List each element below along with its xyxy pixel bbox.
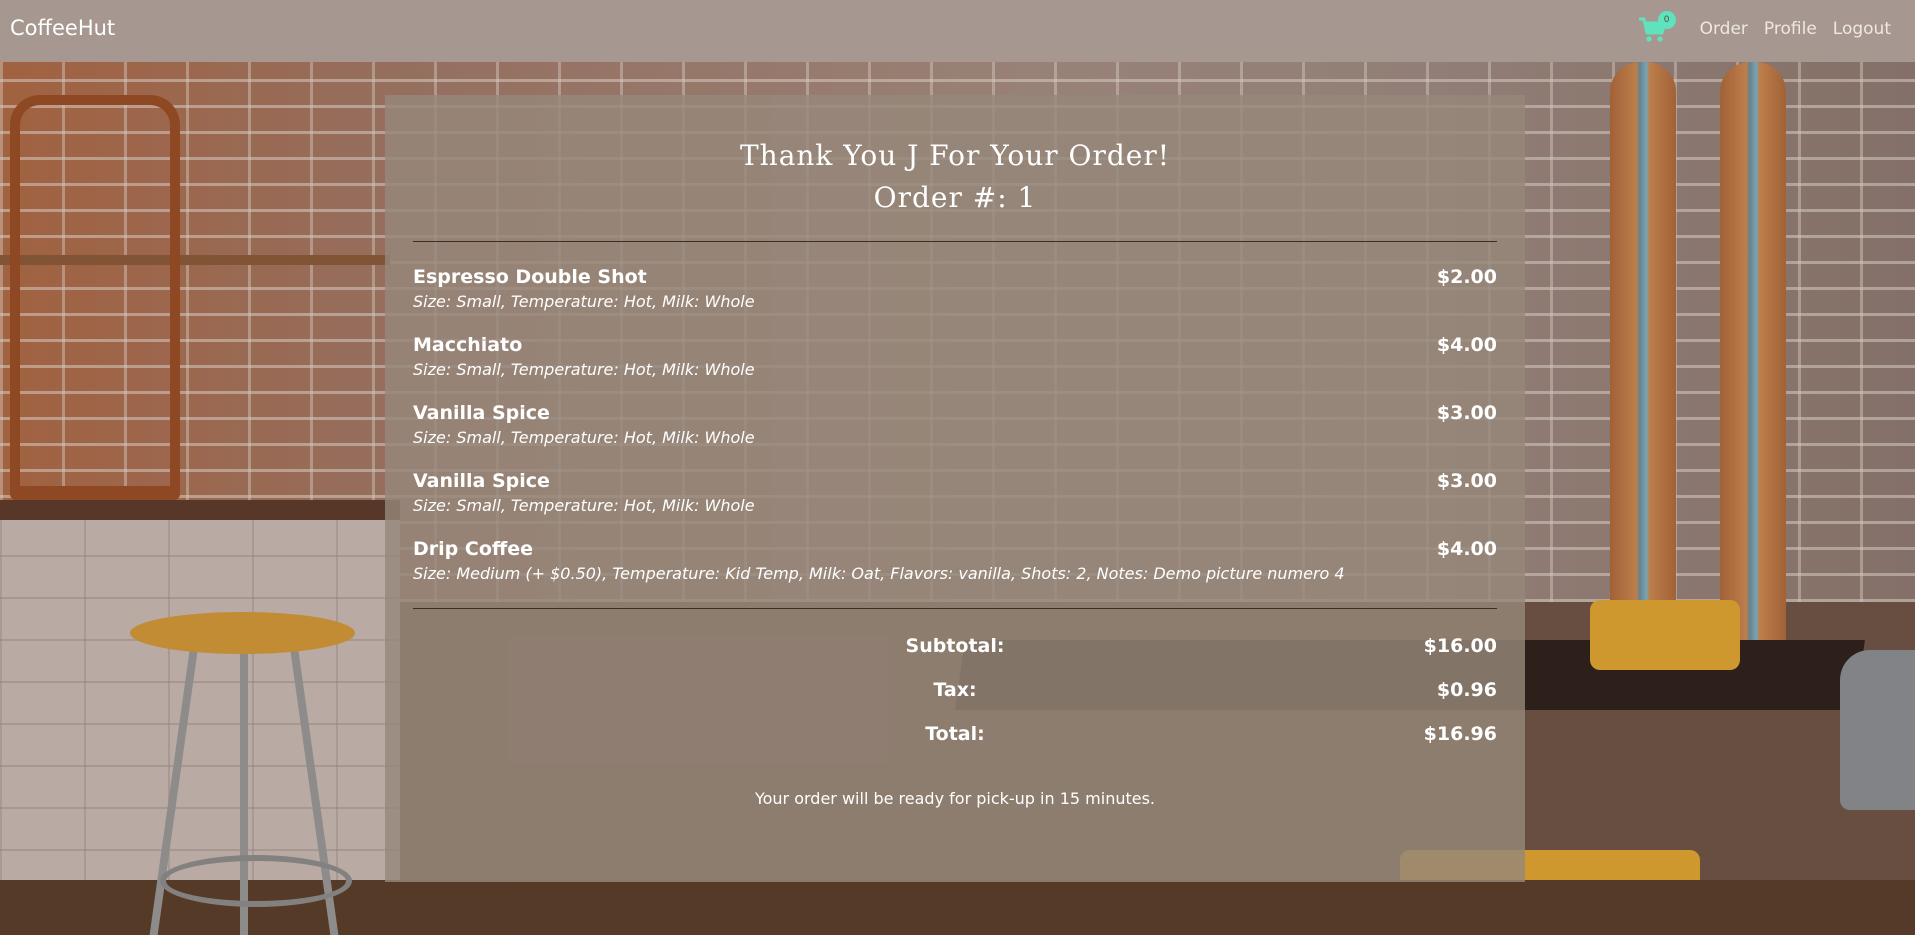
order-item: Vanilla Spice $3.00 Size: Small, Tempera… bbox=[413, 402, 1497, 470]
order-item: Drip Coffee $4.00 Size: Medium (+ $0.50)… bbox=[413, 538, 1497, 606]
item-details: Size: Small, Temperature: Hot, Milk: Who… bbox=[413, 292, 755, 311]
tax-row: Tax: $0.96 bbox=[413, 679, 1497, 705]
order-item: Macchiato $4.00 Size: Small, Temperature… bbox=[413, 334, 1497, 402]
nav-links: 0 Order Profile Logout bbox=[1638, 11, 1891, 44]
divider bbox=[413, 608, 1497, 609]
tax-label: Tax: bbox=[933, 679, 977, 701]
order-totals: Subtotal: $16.00 Tax: $0.96 Total: $16.9… bbox=[413, 635, 1497, 767]
cart-button[interactable]: 0 bbox=[1638, 11, 1676, 44]
subtotal-label: Subtotal: bbox=[905, 635, 1005, 657]
item-name: Espresso Double Shot bbox=[413, 266, 647, 288]
item-name: Drip Coffee bbox=[413, 538, 534, 560]
navbar: CoffeeHut 0 Order Profile Logout bbox=[0, 0, 1915, 62]
order-items-list: Espresso Double Shot $2.00 Size: Small, … bbox=[413, 242, 1497, 606]
item-price: $2.00 bbox=[1436, 266, 1497, 288]
brand-logo[interactable]: CoffeeHut bbox=[10, 16, 115, 40]
nav-link-order[interactable]: Order bbox=[1700, 19, 1748, 39]
item-name: Vanilla Spice bbox=[413, 402, 550, 424]
order-number-heading: Order #: 1 bbox=[873, 181, 1037, 214]
total-row: Total: $16.96 bbox=[413, 723, 1497, 749]
order-item: Espresso Double Shot $2.00 Size: Small, … bbox=[413, 266, 1497, 334]
item-name: Vanilla Spice bbox=[413, 470, 550, 492]
item-price: $4.00 bbox=[1436, 538, 1497, 560]
pickup-message: Your order will be ready for pick-up in … bbox=[754, 789, 1156, 808]
item-price: $4.00 bbox=[1436, 334, 1497, 356]
cart-count-badge: 0 bbox=[1657, 11, 1676, 29]
item-details: Size: Small, Temperature: Hot, Milk: Who… bbox=[413, 360, 755, 379]
item-price: $3.00 bbox=[1436, 402, 1497, 424]
subtotal-value: $16.00 bbox=[1423, 635, 1497, 657]
item-price: $3.00 bbox=[1436, 470, 1497, 492]
order-item: Vanilla Spice $3.00 Size: Small, Tempera… bbox=[413, 470, 1497, 538]
item-details: Size: Small, Temperature: Hot, Milk: Who… bbox=[413, 428, 755, 447]
tax-value: $0.96 bbox=[1436, 679, 1497, 701]
nav-link-profile[interactable]: Profile bbox=[1764, 19, 1817, 39]
total-value: $16.96 bbox=[1423, 723, 1497, 745]
thank-you-heading: Thank You J For Your Order! bbox=[739, 139, 1170, 172]
subtotal-row: Subtotal: $16.00 bbox=[413, 635, 1497, 661]
item-details: Size: Medium (+ $0.50), Temperature: Kid… bbox=[413, 564, 1345, 583]
order-confirmation-card: Thank You J For Your Order! Order #: 1 E… bbox=[385, 95, 1525, 882]
item-details: Size: Small, Temperature: Hot, Milk: Who… bbox=[413, 496, 755, 515]
item-name: Macchiato bbox=[413, 334, 523, 356]
nav-link-logout[interactable]: Logout bbox=[1833, 19, 1891, 39]
total-label: Total: bbox=[925, 723, 985, 745]
